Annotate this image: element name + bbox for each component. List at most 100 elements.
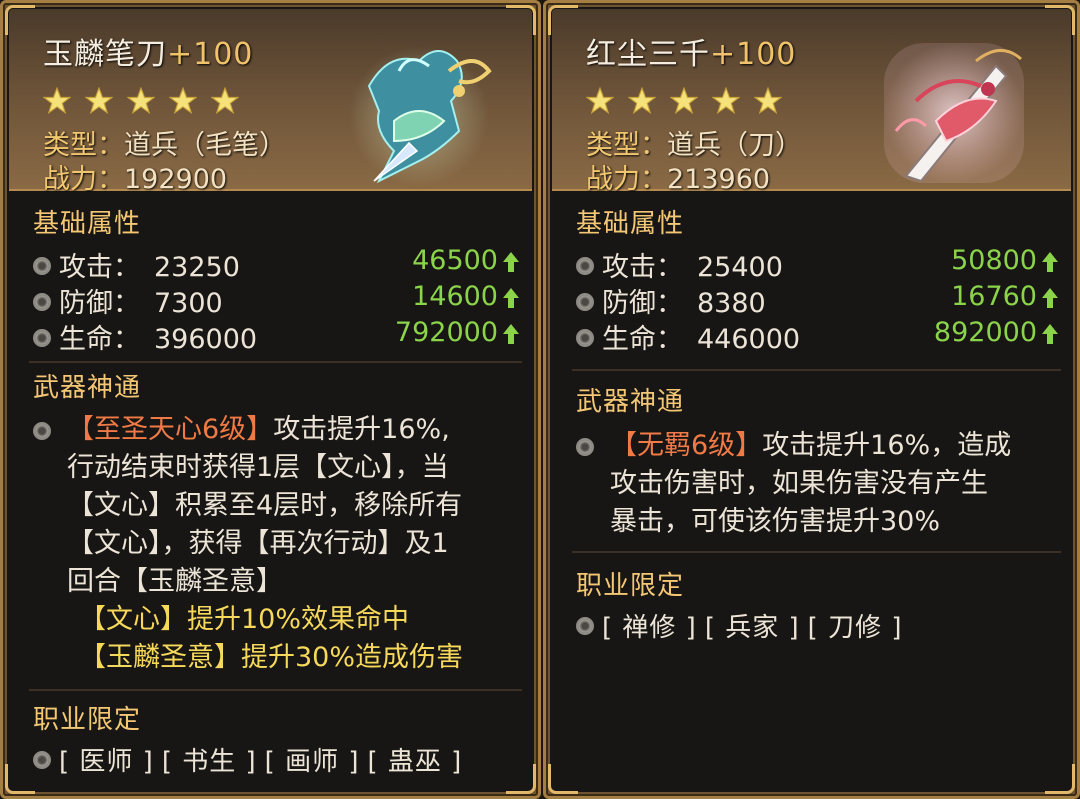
- swirl-bullet-icon: [576, 438, 594, 456]
- skill-line: 行动结束时获得1层【文心】，当: [67, 452, 449, 483]
- green-up-arrow-icon: [503, 288, 519, 308]
- section-divider: [572, 369, 1061, 371]
- card-header: 玉麟笔刀+100 类型：道兵（毛笔） 战力：192900: [9, 9, 532, 195]
- skill-text: 【至圣天心6级】攻击提升16%, 行动结束时获得1层【文心】，当 【文心】积累至…: [33, 411, 508, 601]
- red-dust-sabre-icon: [884, 43, 1024, 183]
- weapon-power: 战力：192900: [43, 157, 227, 196]
- jade-qilin-brush-blade-icon: [349, 46, 492, 186]
- star-icon: [586, 87, 614, 115]
- weapon-skill-title: 武器神通: [576, 387, 685, 417]
- weapon-card-hongchen[interactable]: 红尘三千+100 类型：道兵（刀） 战力：213960 基础属性 攻击： 254…: [543, 0, 1080, 799]
- star-icon: [211, 87, 239, 115]
- attr-boost-value: 16760: [951, 281, 1037, 312]
- attr-value: 446000: [697, 324, 801, 355]
- attr-label: 防御：: [602, 288, 683, 319]
- attr-boost-value: 50800: [951, 245, 1037, 276]
- class-restriction-list: [ 禅修 ][ 兵家 ][ 刀修 ]: [576, 607, 910, 644]
- base-attributes-title: 基础属性: [576, 209, 685, 239]
- class-tag: [ 兵家 ]: [704, 613, 800, 643]
- swirl-bullet-icon: [576, 256, 594, 275]
- star-rating: [586, 87, 782, 115]
- attr-value: 25400: [697, 252, 783, 283]
- skill-line: 暴击，可使该伤害提升30%: [610, 506, 941, 537]
- power-key: 战力：: [43, 164, 124, 195]
- skill-extra-line: 【玉麟圣意】提升30%造成伤害: [79, 642, 464, 673]
- attr-label: 生命：: [59, 324, 140, 355]
- star-icon: [85, 87, 113, 115]
- skill-line: 回合【玉麟圣意】: [67, 566, 283, 597]
- swirl-bullet-icon: [33, 328, 51, 347]
- swirl-bullet-icon: [33, 422, 51, 440]
- swirl-bullet-icon: [576, 328, 594, 347]
- star-icon: [628, 87, 656, 115]
- attr-boost-value: 792000: [394, 317, 498, 348]
- class-tag: [ 书生 ]: [161, 747, 257, 777]
- frame-corner: [1045, 764, 1075, 794]
- weapon-skill-title: 武器神通: [33, 373, 142, 403]
- star-icon: [127, 87, 155, 115]
- section-divider: [29, 361, 522, 363]
- frame-corner: [5, 764, 35, 794]
- skill-line: 【文心】，获得【再次行动】及1: [67, 528, 449, 559]
- class-restriction-title: 职业限定: [33, 705, 142, 735]
- weapon-card-yulin[interactable]: 玉麟笔刀+100 类型：道兵（毛笔） 战力：192900 基础属性 攻击： 23…: [0, 0, 541, 799]
- class-tag: [ 禅修 ]: [602, 613, 697, 643]
- power-value: 192900: [124, 164, 228, 195]
- attr-value: 7300: [154, 288, 223, 319]
- attr-boost-value: 14600: [412, 281, 498, 312]
- green-up-arrow-icon: [503, 324, 519, 344]
- class-restriction-title: 职业限定: [576, 571, 685, 601]
- weapon-name: 玉麟笔刀: [43, 37, 167, 72]
- skill-extra-line: 【文心】提升10%效果命中: [79, 604, 410, 635]
- attr-row-attack: 攻击： 25400 50800: [576, 245, 1059, 283]
- attr-row-hp: 生命： 396000 792000: [33, 317, 520, 355]
- attr-row-defense: 防御： 7300 14600: [33, 281, 520, 319]
- star-icon: [670, 87, 698, 115]
- star-icon: [754, 87, 782, 115]
- frame-corner: [548, 764, 578, 794]
- attr-value: 23250: [154, 252, 240, 283]
- weapon-skill-description: 【至圣天心6级】攻击提升16%, 行动结束时获得1层【文心】，当 【文心】积累至…: [33, 411, 508, 677]
- frame-corner: [506, 764, 536, 794]
- skill-line: 【无羁6级】攻击提升16%，造成: [610, 427, 1047, 465]
- power-value: 213960: [667, 164, 771, 195]
- class-restriction-list: [ 医师 ][ 书生 ][ 画师 ][ 蛊巫 ]: [33, 741, 470, 778]
- class-tag: [ 医师 ]: [59, 747, 154, 777]
- skill-name: 【至圣天心6级】: [67, 414, 274, 445]
- card-header: 红尘三千+100 类型：道兵（刀） 战力：213960: [552, 9, 1071, 195]
- attr-label: 攻击：: [59, 252, 140, 283]
- base-attributes-title: 基础属性: [33, 209, 142, 239]
- class-tag: [ 刀修 ]: [807, 613, 903, 643]
- weapon-title: 玉麟笔刀+100: [43, 29, 253, 73]
- green-up-arrow-icon: [503, 252, 519, 272]
- skill-line: 攻击伤害时，如果伤害没有产生: [610, 468, 988, 499]
- skill-desc-first: 攻击提升16%,: [273, 414, 450, 445]
- weapon-name: 红尘三千: [586, 37, 710, 72]
- skill-line: 【文心】积累至4层时，移除所有: [67, 490, 463, 521]
- attr-value: 8380: [697, 288, 766, 319]
- swirl-bullet-icon: [33, 256, 51, 275]
- swirl-bullet-icon: [33, 750, 51, 769]
- weapon-skill-description: 【无羁6级】攻击提升16%，造成 攻击伤害时，如果伤害没有产生 暴击，可使该伤害…: [576, 427, 1047, 541]
- class-tag: [ 画师 ]: [264, 747, 360, 777]
- section-divider: [29, 689, 522, 691]
- attr-value: 396000: [154, 324, 258, 355]
- skill-line: 【至圣天心6级】攻击提升16%,: [67, 411, 508, 449]
- attr-boost-value: 46500: [412, 245, 498, 276]
- green-up-arrow-icon: [1042, 324, 1058, 344]
- star-icon: [43, 87, 71, 115]
- attr-boost-value: 892000: [933, 317, 1037, 348]
- swirl-bullet-icon: [576, 616, 594, 635]
- attr-label: 生命：: [602, 324, 683, 355]
- weapon-power: 战力：213960: [586, 157, 770, 196]
- skill-name: 【无羁6级】: [610, 430, 763, 461]
- upgrade-level: +100: [167, 37, 254, 72]
- green-up-arrow-icon: [1042, 252, 1058, 272]
- attr-label: 防御：: [59, 288, 140, 319]
- section-divider: [572, 551, 1061, 553]
- green-up-arrow-icon: [1042, 288, 1058, 308]
- star-icon: [169, 87, 197, 115]
- swirl-bullet-icon: [33, 292, 51, 311]
- skill-text: 【无羁6级】攻击提升16%，造成 攻击伤害时，如果伤害没有产生 暴击，可使该伤害…: [576, 427, 1047, 541]
- attr-label: 攻击：: [602, 252, 683, 283]
